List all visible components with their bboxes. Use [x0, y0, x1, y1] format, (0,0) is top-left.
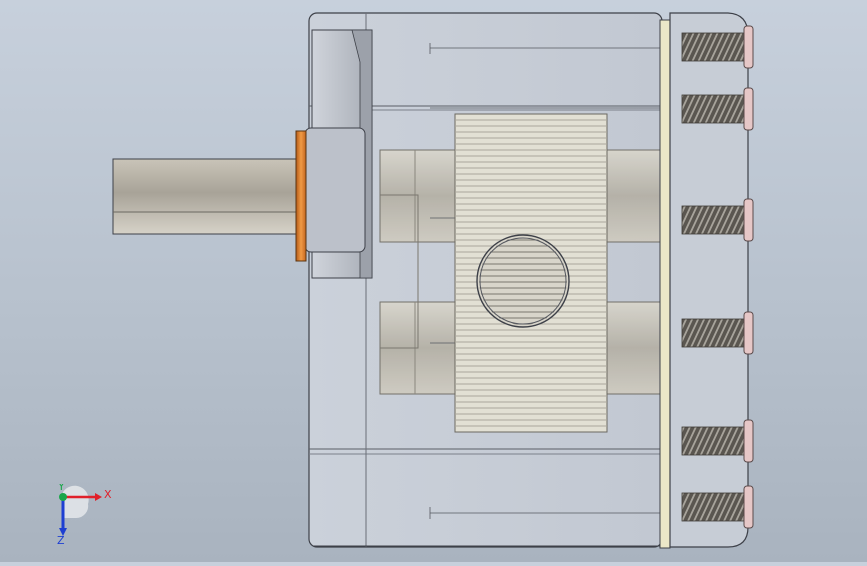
- drive-shaft[interactable]: [112, 158, 314, 235]
- x-axis-label: X: [104, 488, 112, 501]
- axis-triad: X Y Z: [57, 484, 112, 546]
- z-axis-label: Z: [57, 534, 65, 546]
- model-canvas[interactable]: [0, 0, 867, 562]
- gear-hub[interactable]: [476, 234, 570, 328]
- rear-cover[interactable]: [669, 12, 749, 548]
- y-axis-label: Y: [57, 484, 65, 493]
- front-flange[interactable]: [304, 29, 373, 279]
- shaft-washer[interactable]: [295, 130, 307, 262]
- gasket-plate: [659, 19, 671, 549]
- cad-viewport[interactable]: X Y Z: [0, 0, 867, 562]
- y-axis-dot: [59, 493, 67, 501]
